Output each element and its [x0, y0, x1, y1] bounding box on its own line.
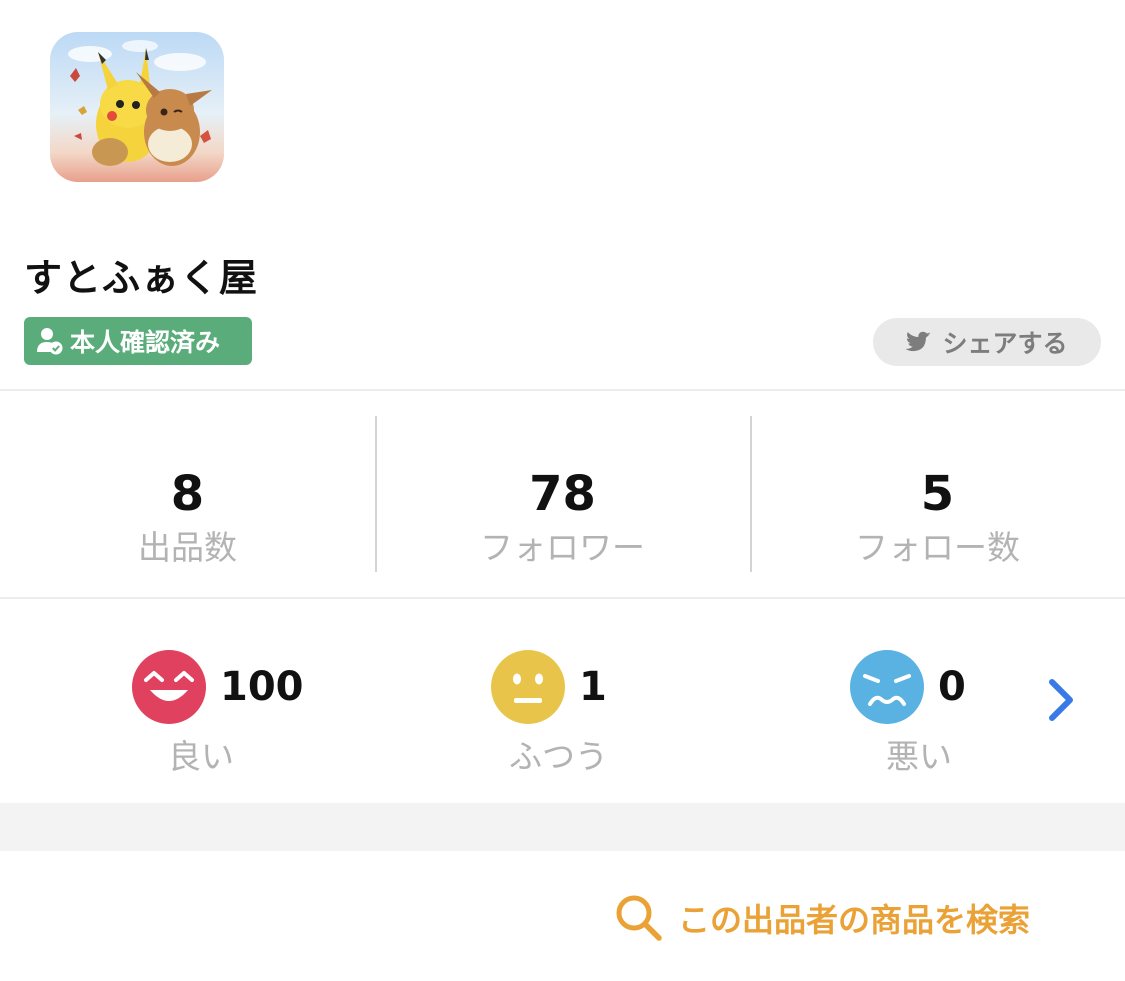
stat-followers-value: 78	[529, 466, 596, 522]
search-icon	[616, 895, 662, 941]
search-seller-items-label: この出品者の商品を検索	[678, 901, 1031, 939]
happy-face-icon	[132, 650, 206, 724]
person-check-icon	[36, 326, 64, 356]
rating-good-label: 良い	[168, 737, 234, 776]
stat-followers[interactable]: 78 フォロワー	[375, 465, 750, 569]
stat-following-value: 5	[920, 466, 955, 522]
divider	[0, 389, 1125, 391]
stat-following-label: フォロー数	[855, 528, 1020, 567]
section-separator	[0, 803, 1125, 851]
rating-normal-count: 1	[579, 664, 607, 710]
stat-following[interactable]: 5 フォロー数	[750, 465, 1125, 569]
search-seller-items-link[interactable]: この出品者の商品を検索	[614, 893, 1030, 943]
sad-face-icon	[850, 650, 924, 724]
share-button[interactable]: シェアする	[873, 318, 1101, 366]
shop-name: すとふぁく屋	[24, 256, 259, 300]
stat-listings[interactable]: 8 出品数	[0, 465, 375, 569]
stat-followers-label: フォロワー	[480, 528, 645, 567]
rating-normal-label: ふつう	[509, 737, 608, 776]
stat-listings-label: 出品数	[138, 528, 237, 567]
rating-bad-label: 悪い	[886, 737, 952, 776]
avatar-illustration	[68, 40, 212, 166]
rating-good[interactable]: 100 良い	[132, 650, 312, 780]
stat-listings-value: 8	[170, 466, 205, 522]
share-label: シェアする	[942, 329, 1068, 358]
verified-label: 本人確認済み	[70, 328, 221, 357]
rating-good-count: 100	[220, 664, 304, 710]
neutral-face-icon	[491, 650, 565, 724]
chevron-right-icon[interactable]	[1042, 676, 1082, 724]
divider	[0, 597, 1125, 599]
verified-badge: 本人確認済み	[24, 317, 252, 365]
rating-bad-count: 0	[938, 664, 966, 710]
shop-avatar[interactable]	[50, 32, 224, 182]
rating-bad[interactable]: 0 悪い	[850, 650, 1010, 780]
rating-normal[interactable]: 1 ふつう	[491, 650, 651, 780]
twitter-bird-icon	[906, 331, 932, 353]
